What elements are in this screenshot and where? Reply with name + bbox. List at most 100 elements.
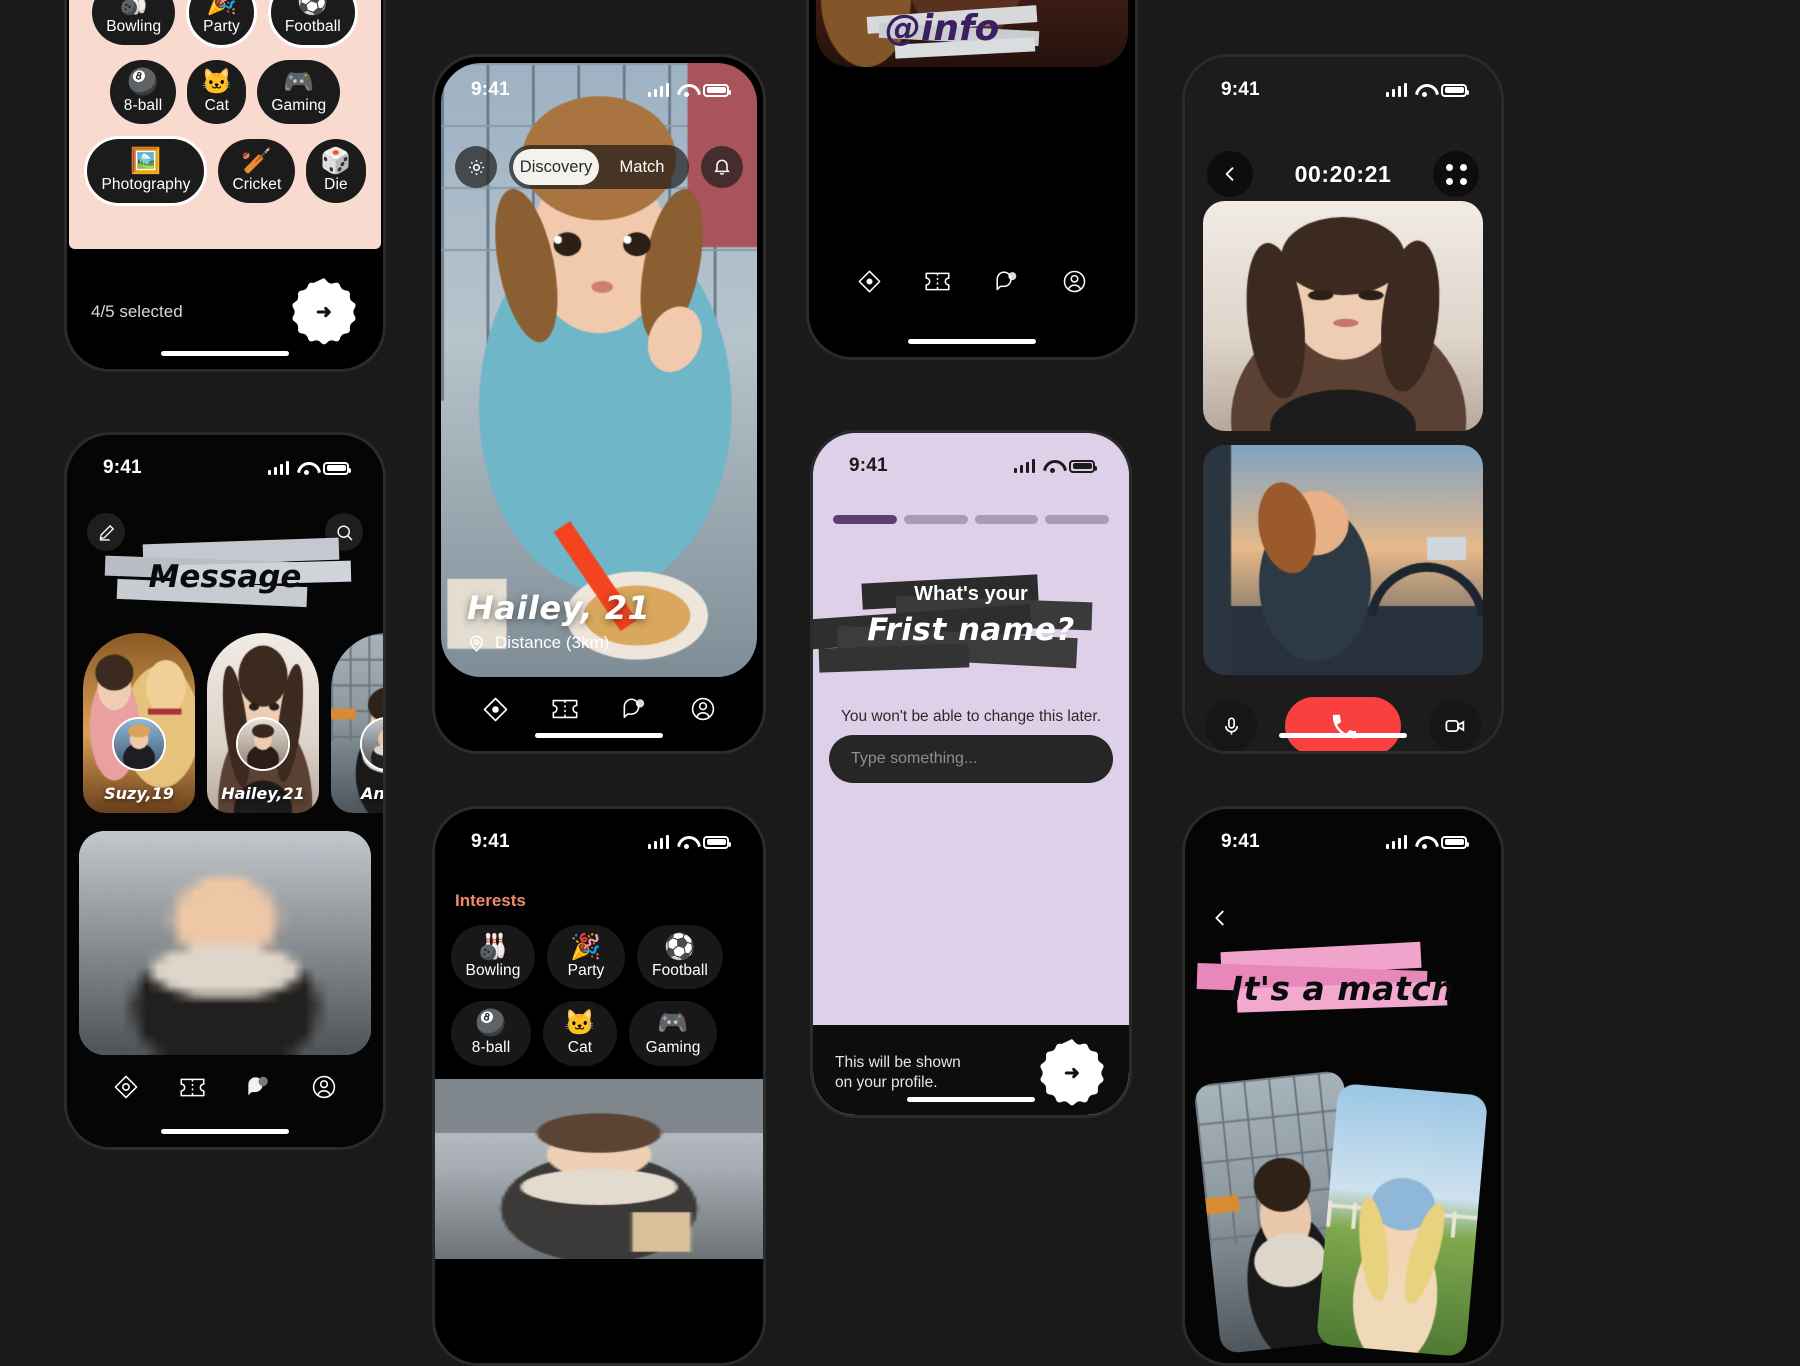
interest-row: 🎳 Bowling 🎉 Party ⚽ Football <box>83 0 367 48</box>
tab-cards-icon[interactable] <box>175 1070 209 1104</box>
call-timer: 00:20:21 <box>1294 160 1392 187</box>
interest-row: 🎱 8-ball 🐱 Cat 🎮 Gaming <box>451 1001 747 1066</box>
interest-row: 🎳 Bowling 🎉 Party ⚽ Football <box>451 925 747 990</box>
grid-view-button[interactable] <box>1433 151 1479 197</box>
interest-party[interactable]: 🎉 Party <box>547 925 625 990</box>
progress-step-3 <box>974 515 1039 524</box>
bottom-tabbar <box>435 667 763 751</box>
status-time: 9:41 <box>471 79 510 100</box>
story-item[interactable]: Anna, <box>331 633 383 813</box>
tab-cards-icon[interactable] <box>921 264 955 298</box>
compose-button[interactable] <box>87 513 125 551</box>
group-avatar <box>79 831 371 1055</box>
status-bar: 9:41 <box>435 57 763 109</box>
arrow-right-icon: ➜ <box>316 301 332 323</box>
home-indicator <box>907 1097 1035 1102</box>
interest-football[interactable]: ⚽ Football <box>637 925 723 990</box>
tab-chat-icon[interactable] <box>241 1070 275 1104</box>
phone-first-name: 9:41 What's your Frist name? You won't b… <box>810 430 1132 1118</box>
video-button[interactable] <box>1429 700 1481 751</box>
gaming-icon: 🎮 <box>283 67 315 96</box>
tab-profile-icon[interactable] <box>686 692 720 726</box>
interest-cat[interactable]: 🐱 Cat <box>187 59 247 124</box>
interest-cricket[interactable]: 🏏 Cricket <box>218 138 296 203</box>
battery-icon <box>1069 459 1097 473</box>
interest-cat[interactable]: 🐱 Cat <box>543 1001 617 1066</box>
interest-gaming[interactable]: 🎮 Gaming <box>629 1001 717 1066</box>
question-line-1: What's your <box>914 583 1028 605</box>
tab-match[interactable]: Match <box>599 149 685 185</box>
photography-icon: 🖼️ <box>130 146 162 175</box>
chat-list: Eleanor Pena 2:30 pm am contacting you b… <box>79 831 371 1055</box>
interest-row: 🎱 8-ball 🐱 Cat 🎮 Gaming <box>83 59 367 124</box>
wifi-icon <box>1043 459 1061 473</box>
interest-photography[interactable]: 🖼️ Photography <box>84 135 208 206</box>
footer-line-1: This will be shown <box>835 1053 961 1071</box>
story-item[interactable]: Hailey,21 <box>207 633 319 813</box>
tab-profile-icon[interactable] <box>1058 264 1092 298</box>
football-icon: ⚽ <box>664 933 696 961</box>
tab-cards-icon[interactable] <box>548 692 582 726</box>
thumbnail[interactable] <box>435 1079 763 1259</box>
interest-party[interactable]: 🎉 Party <box>186 0 257 48</box>
status-bar: 9:41 <box>435 809 763 861</box>
remote-video <box>1203 201 1483 431</box>
eightball-icon: 🎱 <box>127 67 159 96</box>
progress-step-2 <box>903 515 968 524</box>
grid-dots-icon <box>1445 163 1467 185</box>
story-name: Suzy,19 <box>104 784 174 803</box>
gaming-icon: 🎮 <box>657 1009 689 1038</box>
wifi-icon <box>677 835 695 849</box>
tab-discovery[interactable]: Discovery <box>513 149 599 185</box>
interest-8ball[interactable]: 🎱 8-ball <box>109 59 177 124</box>
interest-die[interactable]: 🎲 Die <box>306 138 366 203</box>
home-indicator <box>161 351 289 356</box>
interest-gaming[interactable]: 🎮 Gaming <box>257 59 341 124</box>
die-icon: 🎲 <box>320 146 352 175</box>
story-item[interactable]: Suzy,19 <box>83 633 195 813</box>
match-title: It's a match <box>1230 969 1456 1008</box>
cellular-icon <box>1013 459 1035 473</box>
question-wrap: What's your Frist name? <box>813 574 1129 673</box>
battery-icon <box>323 461 351 475</box>
home-indicator <box>535 733 663 738</box>
interest-football[interactable]: ⚽ Football <box>267 0 358 48</box>
discovery-toolbar: Discovery Match <box>455 145 743 189</box>
tab-chat-icon[interactable] <box>617 692 651 726</box>
interest-bowling[interactable]: 🎳 Bowling <box>92 0 176 45</box>
interest-row: 🖼️ Photography 🏏 Cricket 🎲 Die <box>83 135 367 206</box>
avatar <box>236 717 290 771</box>
profile-name-block: Hailey, 21 Distance (3km) <box>467 589 650 653</box>
phone-interests-pink: 🎾 Tennis 🏓 PingPong 🥎 Squash 🎳 Bowling <box>64 0 386 372</box>
back-button[interactable] <box>1209 905 1231 936</box>
hangup-button[interactable] <box>1285 697 1401 751</box>
tab-discover-icon[interactable] <box>109 1070 143 1104</box>
tab-chat-icon[interactable] <box>989 264 1023 298</box>
notifications-button[interactable] <box>701 146 743 188</box>
profile-handle: @info <box>885 8 1000 49</box>
footer-text: This will be shown on your profile. <box>835 1053 961 1093</box>
bottom-tabbar <box>67 1045 383 1129</box>
tab-discover-icon[interactable] <box>852 264 886 298</box>
tab-profile-icon[interactable] <box>307 1070 341 1104</box>
interest-8ball[interactable]: 🎱 8-ball <box>451 1001 531 1066</box>
wifi-icon <box>1415 835 1433 849</box>
mic-button[interactable] <box>1205 700 1257 751</box>
input-placeholder: Type something... <box>851 750 978 767</box>
next-button[interactable]: ➜ <box>289 277 359 347</box>
interest-bowling[interactable]: 🎳 Bowling <box>451 925 535 990</box>
home-indicator <box>908 339 1036 344</box>
page-title: Message <box>148 559 302 595</box>
home-indicator <box>1279 733 1407 738</box>
status-time: 9:41 <box>1221 831 1260 852</box>
next-button[interactable]: ➜ <box>1037 1038 1107 1108</box>
phone-its-a-match: 9:41 It's a match <box>1182 806 1504 1366</box>
back-button[interactable] <box>1207 151 1253 197</box>
tab-discover-icon[interactable] <box>479 692 513 726</box>
question-line-2: Frist name? <box>867 612 1075 648</box>
status-bar: 9:41 <box>813 433 1129 485</box>
first-name-input[interactable]: Type something... <box>829 735 1113 783</box>
settings-button[interactable] <box>455 146 497 188</box>
cellular-icon <box>1385 835 1407 849</box>
chat-row[interactable]: Party All Night 1:34 pm am contacting yo… <box>79 831 371 1055</box>
